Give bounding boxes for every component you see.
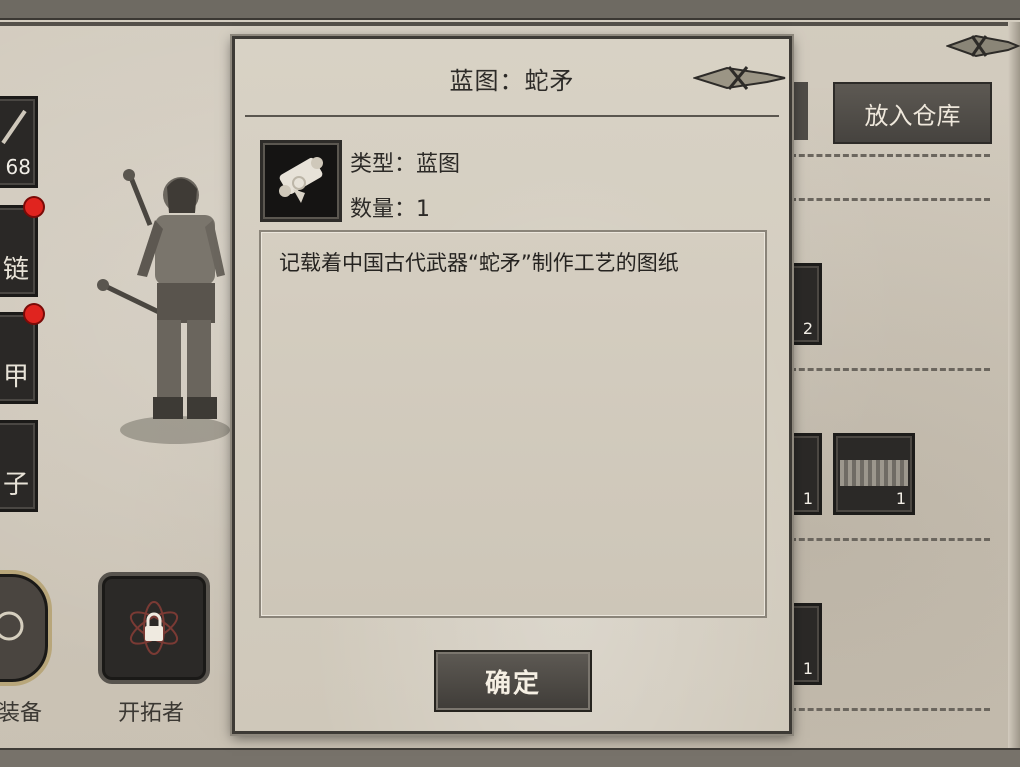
item-type: 类型：蓝图: [350, 152, 461, 177]
title-separator: [245, 115, 779, 117]
inventory-count: 2: [802, 319, 813, 338]
divider: [790, 708, 990, 711]
inventory-count: 1: [895, 489, 906, 508]
pioneer-button[interactable]: [98, 572, 210, 684]
put-in-storage-button[interactable]: 放入仓库: [833, 82, 992, 144]
item-quantity: 数量：1: [350, 197, 430, 222]
weapon-slot[interactable]: 68: [0, 96, 38, 188]
armor-slot-label: 甲: [2, 362, 29, 392]
boots-slot-label: 子: [2, 470, 29, 500]
stone-item-icon: [840, 460, 908, 486]
right-frame-border: [1008, 22, 1020, 748]
weapon-slot-value: 68: [5, 155, 31, 179]
hidden-button-edge[interactable]: [790, 82, 808, 140]
armor-slot[interactable]: 甲: [0, 312, 38, 404]
divider: [790, 538, 990, 541]
divider: [790, 198, 990, 201]
sword-icon: [1, 109, 27, 145]
equipment-button[interactable]: [0, 570, 52, 686]
scroll-icon: [279, 157, 323, 203]
necklace-notification-dot: [25, 198, 43, 216]
item-description: 记载着中国古代武器“蛇矛”制作工艺的图纸: [279, 251, 679, 275]
bottom-frame-bar: [0, 748, 1020, 767]
necklace-slot-label: 链: [2, 255, 29, 285]
pioneer-button-label: 开拓者: [118, 701, 185, 726]
hero-character-figure: [97, 169, 230, 444]
top-frame-bar: [0, 0, 1020, 20]
equipment-button-label: 装备: [0, 701, 43, 726]
inventory-count: 1: [802, 659, 813, 678]
spear-ornament-icon: [946, 34, 1020, 58]
confirm-button[interactable]: 确定: [434, 650, 592, 712]
divider: [790, 368, 990, 371]
spear-ornament-icon: [693, 66, 786, 90]
description-box: 记载着中国古代武器“蛇矛”制作工艺的图纸: [259, 230, 767, 618]
divider: [790, 154, 990, 157]
equipment-icon: [0, 611, 24, 641]
lock-icon: [129, 601, 179, 655]
armor-notification-dot: [25, 305, 43, 323]
frame-line: [0, 22, 1020, 26]
item-detail-dialog: 蓝图：蛇矛 类型：蓝图 数量：1 记载着中国古代武器“蛇矛”制作工艺的图纸 确定: [232, 36, 792, 734]
blueprint-item-slot: [260, 140, 342, 222]
necklace-slot[interactable]: 链: [0, 205, 38, 297]
inventory-count: 1: [802, 489, 813, 508]
boots-slot[interactable]: 子: [0, 420, 38, 512]
inventory-slot[interactable]: 1: [833, 433, 915, 515]
